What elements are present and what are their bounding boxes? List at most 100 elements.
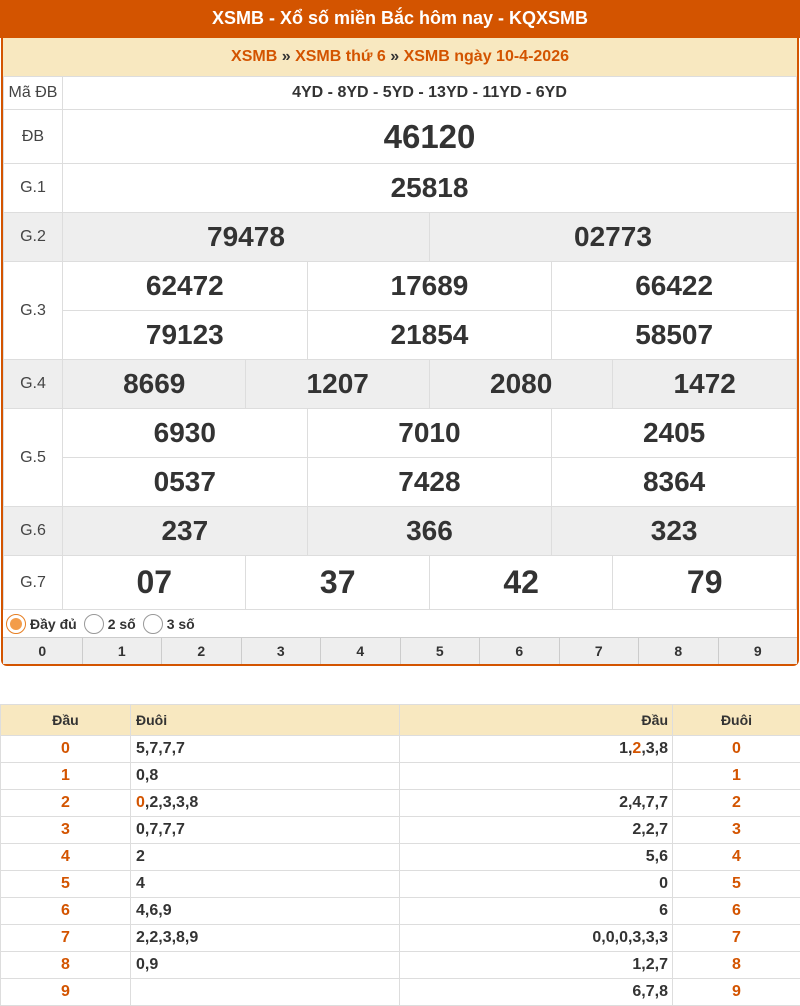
dau-cell-2: 1,2,7 [399, 951, 673, 979]
duoi-cell-2: 3 [672, 816, 800, 844]
digit-7[interactable]: 7 [560, 638, 639, 664]
option-2-digits[interactable]: 2 số [83, 613, 136, 634]
duoi-cell-2: 7 [672, 924, 800, 952]
digit-list: 0 [659, 875, 668, 892]
dau-cell: 8 [0, 951, 131, 979]
digit-list: 6 [659, 902, 668, 919]
digit-3[interactable]: 3 [242, 638, 321, 664]
digit-9[interactable]: 9 [719, 638, 798, 664]
dau-cell: 3 [0, 816, 131, 844]
dau-cell-2: 0,0,0,3,3,3 [399, 924, 673, 952]
duoi-cell [130, 978, 400, 1006]
digit-list: 4 [136, 875, 145, 892]
row-g5a: G.5 6930 7010 2405 [3, 408, 797, 507]
duoi-cell-2: 9 [672, 978, 800, 1006]
table-row: 8 0,9 1,2,7 8 [0, 951, 800, 979]
radio-2-digits[interactable] [83, 613, 104, 634]
table-row: 3 0,7,7,7 2,2,7 3 [0, 816, 800, 844]
digit-6[interactable]: 6 [480, 638, 560, 664]
row-g5b: 0537 7428 8364 [4, 457, 797, 507]
digit-filter: 0 1 2 3 4 5 6 7 8 9 [3, 638, 797, 664]
prize-number: 0537 [62, 457, 308, 507]
duoi-cell-2: 5 [672, 870, 800, 898]
digit-list: 1,2,7 [632, 956, 668, 973]
breadcrumb-xsmb-thu6[interactable]: XSMB thứ 6 [295, 48, 386, 65]
special-code: 4YD - 8YD - 5YD - 13YD - 11YD - 6YD [62, 76, 797, 110]
radio-3-digits[interactable] [142, 613, 163, 634]
header-duoi-2: Đuôi [672, 704, 800, 736]
option-full-label: Đầy đủ [30, 615, 77, 632]
duoi-cell-2: 0 [672, 735, 800, 763]
digit-list: 2,2,7 [632, 821, 668, 838]
label-g4: G.4 [3, 359, 63, 409]
digit-4[interactable]: 4 [321, 638, 401, 664]
prize-number: 66422 [551, 261, 797, 311]
prize-number: 17689 [306, 261, 553, 311]
duoi-cell: 5,7,7,7 [130, 735, 400, 763]
radio-full[interactable] [6, 613, 26, 634]
duoi-cell-2: 8 [672, 951, 800, 979]
digit-list: 6,7,8 [632, 983, 668, 1000]
prize-number: 1472 [612, 359, 797, 409]
header-dau: Đầu [0, 704, 131, 736]
prize-number: 25818 [62, 163, 797, 213]
duoi-cell: 0,8 [130, 762, 400, 790]
highlight-digit: 2 [632, 740, 642, 757]
prize-number: 8364 [551, 457, 797, 507]
label-db: ĐB [3, 109, 63, 164]
row-g2: G.2 79478 02773 [3, 212, 798, 262]
table-row: 0 5,7,7,7 1,2,3,8 0 [0, 735, 800, 763]
prize-number: 1207 [245, 359, 430, 409]
table-row: 5405 [0, 870, 800, 898]
duoi-cell: 4 [130, 870, 400, 898]
option-3-digits[interactable]: 3 số [142, 613, 195, 634]
duoi-cell-2: 1 [672, 762, 800, 790]
dau-cell: 5 [0, 870, 131, 898]
page-title: XSMB - Xổ số miền Bắc hôm nay - KQXSMB [0, 0, 800, 38]
row-db: ĐB 46120 [3, 109, 797, 164]
prize-number: 21854 [306, 310, 553, 360]
table-row: 6 4,6,9 6 6 [0, 897, 800, 925]
option-3-digits-label: 3 số [166, 615, 195, 632]
display-options: Đầy đủ 2 số 3 số [3, 610, 797, 638]
digit-2[interactable]: 2 [162, 638, 242, 664]
prize-number: 6930 [62, 408, 308, 458]
digit-list: 0,7,7,7 [136, 821, 185, 838]
header-dau-2: Đầu [399, 704, 673, 736]
breadcrumb-date[interactable]: XSMB ngày 10-4-2026 [404, 48, 569, 65]
duoi-cell-2: 2 [672, 789, 800, 817]
breadcrumb-sep: » [390, 48, 400, 65]
table-row: 2 0,2,3,3,8 2,4,7,7 2 [0, 789, 800, 817]
dau-cell-2: 5,6 [399, 843, 673, 871]
prize-number: 79 [612, 555, 797, 610]
dau-cell: 9 [0, 978, 131, 1006]
digit-list: 5,6 [645, 848, 668, 865]
dau-cell: 0 [0, 735, 131, 763]
row-g3a: G.3 62472 17689 66422 [3, 261, 797, 360]
table-row: 9 6,7,8 9 [0, 978, 800, 1006]
breadcrumb-xsmb[interactable]: XSMB [231, 48, 277, 65]
digit-1[interactable]: 1 [83, 638, 162, 664]
duoi-cell-2: 6 [672, 897, 800, 925]
row-g4: G.4 8669 1207 2080 1472 [3, 359, 797, 409]
digit-5[interactable]: 5 [401, 638, 480, 664]
dau-cell: 6 [0, 897, 131, 925]
option-full[interactable]: Đầy đủ [6, 613, 77, 634]
duoi-cell: 2 [130, 843, 400, 871]
digit-list: 2 [136, 848, 145, 865]
digit-list: ,2,3,3,8 [144, 794, 199, 811]
dau-cell-2: 6,7,8 [399, 978, 673, 1006]
digit-0[interactable]: 0 [3, 638, 83, 664]
dau-cell-2: 2,2,7 [399, 816, 673, 844]
dau-cell-2 [399, 762, 673, 790]
digit-list: 2,2,3,8,9 [136, 929, 199, 946]
prize-number: 02773 [428, 212, 798, 262]
highlight-digit: 0 [136, 794, 145, 811]
digit-8[interactable]: 8 [639, 638, 719, 664]
digit-list: ,3,8 [641, 740, 668, 757]
digit-list: 1, [619, 740, 633, 757]
duoi-cell: 0,7,7,7 [130, 816, 400, 844]
row-madb: Mã ĐB 4YD - 8YD - 5YD - 13YD - 11YD - 6Y… [3, 76, 797, 110]
prize-number: 2080 [428, 359, 614, 409]
prize-number: 58507 [551, 310, 797, 360]
